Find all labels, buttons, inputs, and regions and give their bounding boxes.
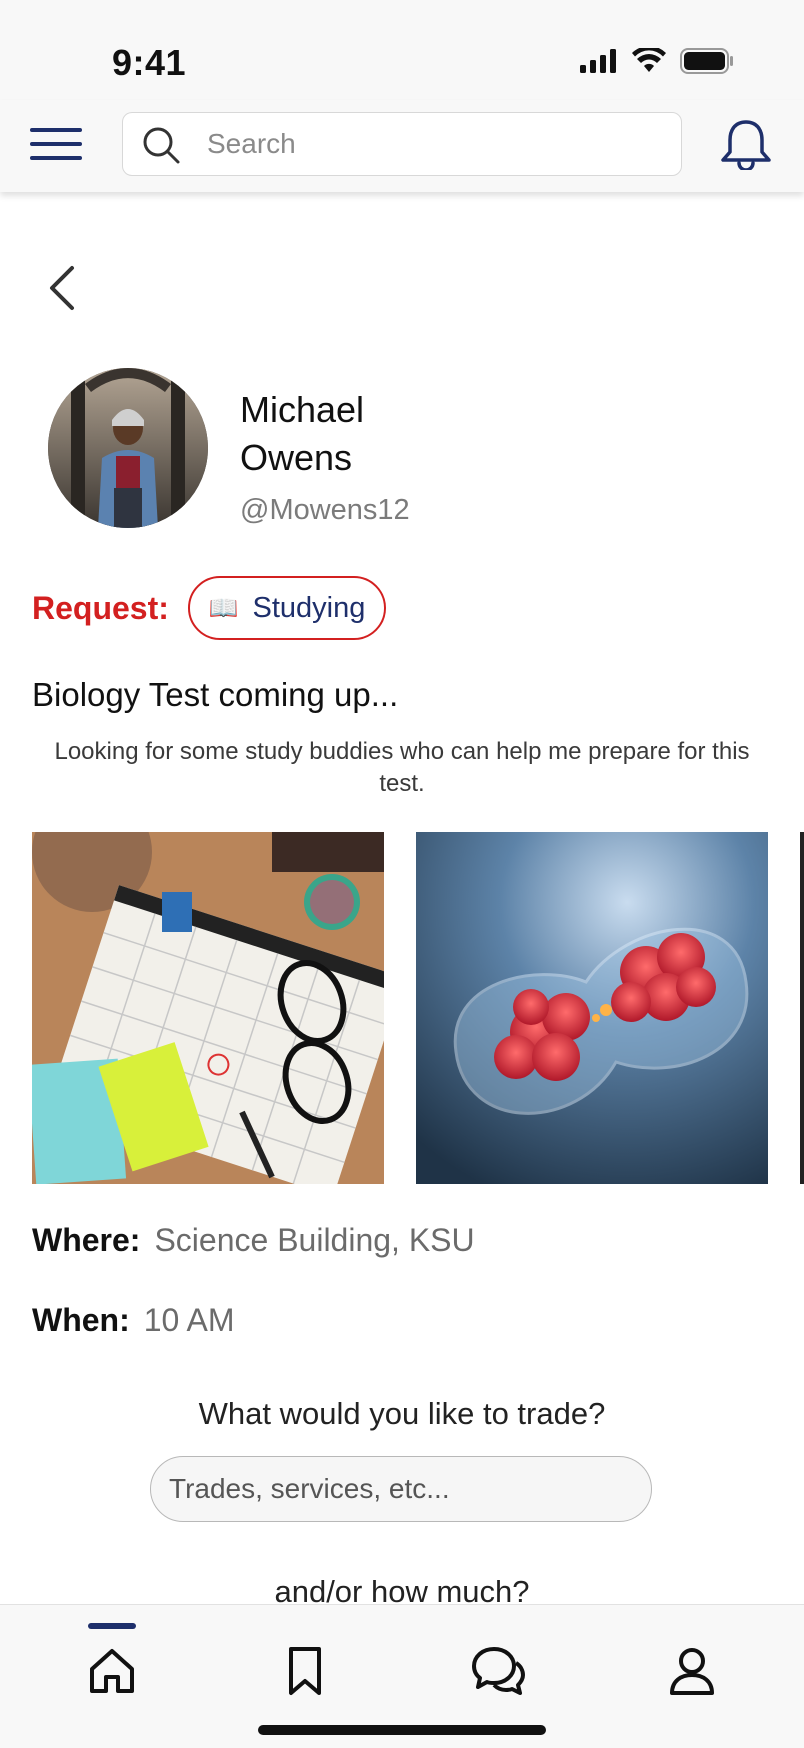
notifications-button[interactable]	[718, 118, 774, 175]
search-bar[interactable]	[122, 112, 682, 176]
request-label: Request:	[32, 590, 169, 626]
status-time: 9:41	[112, 42, 187, 83]
tab-bookmarks[interactable]	[275, 1645, 335, 1705]
profile-last-name: Owens	[240, 437, 353, 478]
hamburger-menu-icon	[30, 128, 82, 160]
profile-icon	[670, 1648, 714, 1695]
trade-input-wrapper[interactable]	[150, 1456, 652, 1522]
when-label: When:	[32, 1302, 130, 1338]
profile-name: Michael Owens	[240, 386, 500, 482]
trade-question: What would you like to trade?	[198, 1396, 606, 1431]
bookmark-icon	[289, 1647, 321, 1695]
request-chip-studying[interactable]: 📖 Studying	[188, 576, 386, 640]
gallery-image-calendar[interactable]	[32, 832, 384, 1184]
search-icon	[143, 127, 180, 164]
avatar[interactable]	[48, 368, 208, 528]
home-indicator	[258, 1725, 546, 1735]
when-row: When: 10 AM	[32, 1302, 234, 1339]
status-bar: 9:41	[0, 0, 804, 100]
bell-icon	[721, 120, 771, 172]
avatar-photo	[48, 368, 208, 528]
chat-icon	[472, 1647, 525, 1695]
home-icon	[90, 1649, 134, 1693]
post-title: Biology Test coming up...	[32, 676, 399, 713]
search-input[interactable]	[207, 113, 667, 175]
profile-handle: @Mowens12	[240, 494, 410, 526]
profile-first-name: Michael	[240, 389, 365, 430]
active-tab-indicator	[88, 1623, 136, 1629]
menu-button[interactable]	[30, 124, 84, 164]
tab-home[interactable]	[82, 1645, 142, 1705]
bottom-tab-bar	[0, 1604, 804, 1748]
tab-profile[interactable]	[662, 1645, 722, 1705]
post-description: Looking for some study buddies who can h…	[54, 738, 750, 797]
tab-messages[interactable]	[468, 1645, 528, 1705]
back-button[interactable]	[44, 262, 80, 319]
wifi-icon	[632, 48, 666, 72]
app-header	[0, 100, 804, 192]
battery-icon	[680, 48, 733, 74]
gallery-image-cell-division[interactable]	[416, 832, 768, 1184]
request-chip-label: Studying	[252, 591, 366, 624]
when-value: 10 AM	[143, 1302, 235, 1338]
gallery-image-third-partial[interactable]	[800, 832, 804, 1184]
where-row: Where: Science Building, KSU	[32, 1222, 475, 1259]
calendar-photo	[32, 832, 384, 1184]
chevron-left-icon	[50, 266, 74, 310]
cellular-signal-icon	[580, 49, 616, 73]
cell-division-photo	[416, 832, 768, 1184]
trade-input[interactable]	[169, 1457, 639, 1521]
book-icon: 📖	[208, 594, 239, 622]
image-gallery[interactable]	[0, 832, 804, 1184]
where-value: Science Building, KSU	[154, 1222, 475, 1258]
where-label: Where:	[32, 1222, 141, 1258]
status-icons	[580, 48, 734, 74]
